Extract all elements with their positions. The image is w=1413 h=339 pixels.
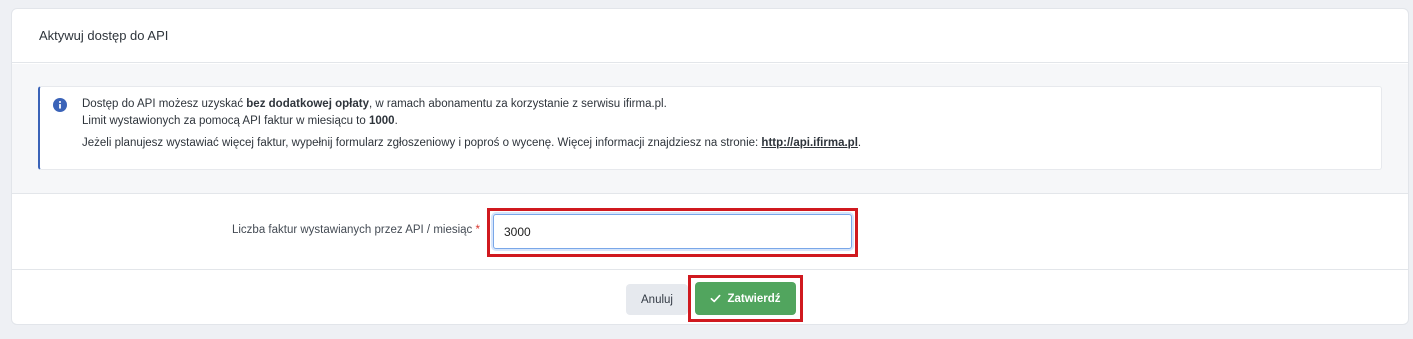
alert-line-2-suffix: . bbox=[394, 115, 398, 127]
card-title: Aktywuj dostęp do API bbox=[39, 28, 169, 43]
alert-line-1-suffix: , w ramach abonamentu za korzystanie z s… bbox=[368, 98, 667, 110]
alert-line-1: Dostęp do API możesz uzyskać bez dodatko… bbox=[82, 96, 861, 113]
activate-api-card: Aktywuj dostęp do API Dostęp do API może… bbox=[11, 8, 1409, 325]
alert-text: Dostęp do API możesz uzyskać bez dodatko… bbox=[82, 96, 861, 152]
card-header: Aktywuj dostęp do API bbox=[12, 9, 1408, 63]
api-site-link[interactable]: http://api.ifirma.pl bbox=[761, 137, 857, 149]
info-alert: Dostęp do API możesz uzyskać bez dodatko… bbox=[38, 86, 1382, 170]
invoice-count-input[interactable] bbox=[493, 214, 852, 249]
alert-line-3-suffix: . bbox=[857, 137, 862, 149]
cancel-button[interactable]: Anuluj bbox=[626, 284, 688, 315]
invoice-count-label-text: Liczba faktur wystawianych przez API / m… bbox=[231, 224, 473, 236]
alert-line-3-prefix: Jeżeli planujesz wystawiać więcej faktur… bbox=[82, 137, 762, 149]
form-footer: Anuluj Zatwierdź bbox=[12, 271, 1408, 324]
alert-line-1-prefix: Dostęp do API możesz uzyskać bbox=[82, 98, 247, 110]
required-marker: * bbox=[475, 224, 480, 236]
alert-section: Dostęp do API możesz uzyskać bez dodatko… bbox=[12, 64, 1408, 194]
submit-button-label: Zatwierdź bbox=[727, 292, 781, 305]
alert-line-2-prefix: Limit wystawionych za pomocą API faktur … bbox=[82, 115, 369, 127]
submit-button[interactable]: Zatwierdź bbox=[695, 282, 796, 315]
info-icon bbox=[53, 98, 67, 112]
alert-line-3: Jeżeli planujesz wystawiać więcej faktur… bbox=[82, 135, 861, 152]
alert-line-2: Limit wystawionych za pomocą API faktur … bbox=[82, 113, 861, 130]
form-row: Liczba faktur wystawianych przez API / m… bbox=[12, 195, 1408, 270]
alert-line-2-bold: 1000 bbox=[368, 115, 395, 127]
alert-line-1-bold: bez dodatkowej opłaty bbox=[246, 98, 369, 110]
invoice-count-label: Liczba faktur wystawianych przez API / m… bbox=[232, 224, 480, 236]
check-icon bbox=[711, 294, 721, 303]
